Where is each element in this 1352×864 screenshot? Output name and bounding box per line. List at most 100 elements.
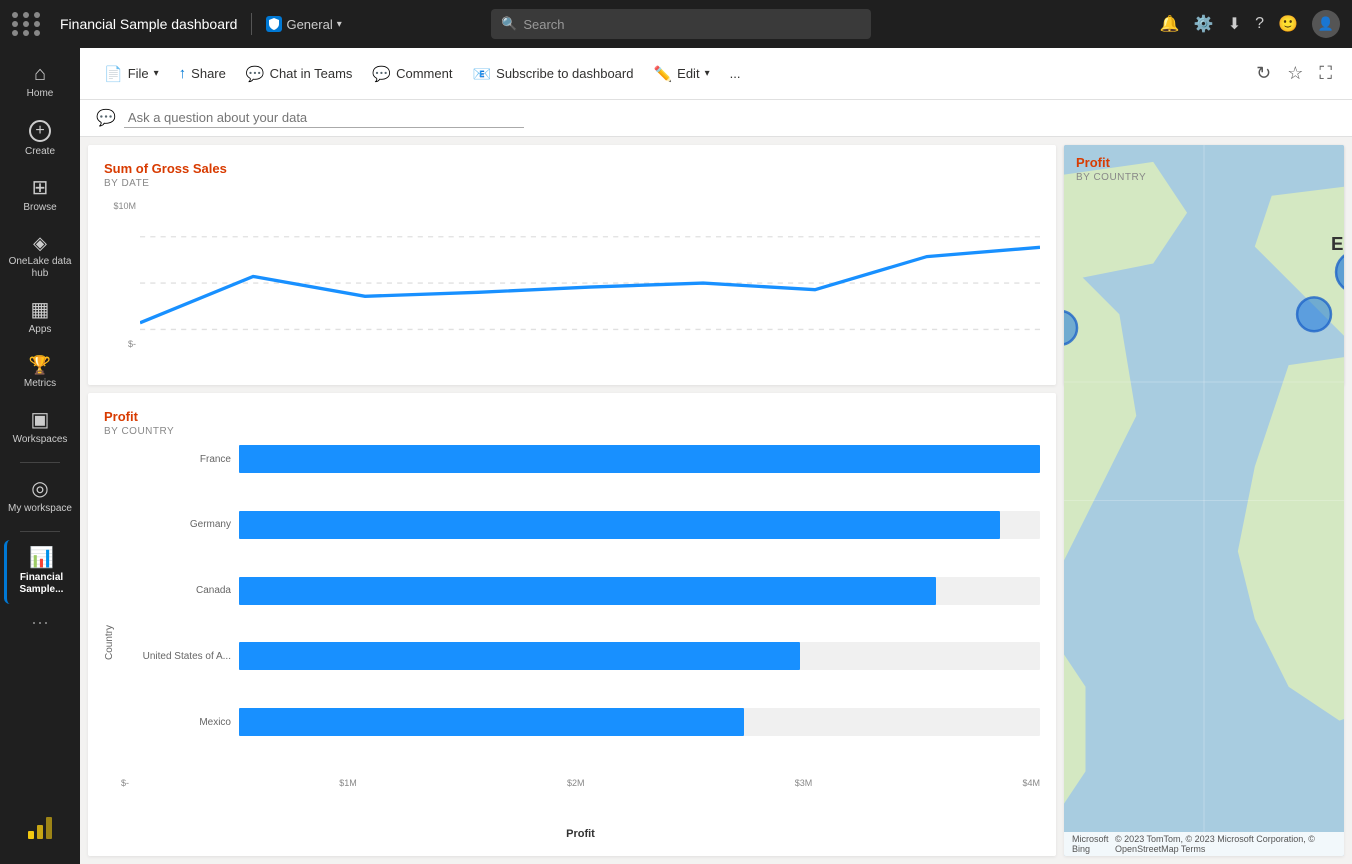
- powerbi-logo[interactable]: [24, 811, 56, 848]
- sidebar-item-browse[interactable]: ⊞ Browse: [4, 170, 76, 222]
- metrics-icon: 🏆: [29, 356, 51, 374]
- gross-sales-card: Sum of Gross Sales BY DATE $10M $-: [88, 145, 1056, 385]
- map-footer-right: © 2023 TomTom, © 2023 Microsoft Corporat…: [1115, 834, 1336, 854]
- settings-icon[interactable]: ⚙️: [1194, 14, 1214, 34]
- sidebar-label-financial: Financial Sample...: [11, 572, 72, 596]
- map-chart-subtitle: BY COUNTRY: [1076, 172, 1146, 183]
- create-icon: +: [29, 120, 51, 142]
- comment-icon: 💬: [372, 65, 391, 83]
- edit-icon: ✏️: [653, 65, 672, 83]
- fullscreen-icon[interactable]: ⛶: [1315, 59, 1336, 88]
- toolbar: 📄 File ▾ ↑ Share 💬 Chat in Teams 💬 Comme…: [80, 48, 1352, 100]
- bar-track-canada: [239, 577, 1040, 605]
- chat-in-teams-button[interactable]: 💬 Chat in Teams: [238, 59, 361, 89]
- share-button[interactable]: ↑ Share: [171, 59, 234, 88]
- sidebar-divider-2: [20, 531, 60, 532]
- sidebar-label-create: Create: [25, 146, 55, 158]
- profit-subtitle: BY COUNTRY: [104, 426, 1040, 437]
- sidebar-item-onelake[interactable]: ◈ OneLake data hub: [4, 226, 76, 288]
- sidebar-item-myworkspace[interactable]: ◎ My workspace: [4, 471, 76, 523]
- sidebar-divider: [20, 462, 60, 463]
- map-footer-left: Microsoft Bing: [1072, 834, 1115, 854]
- y-bottom-label: $-: [128, 339, 136, 349]
- share-icon: ↑: [179, 65, 187, 82]
- bar-row-canada: Canada: [121, 577, 1040, 605]
- financial-icon: 📊: [29, 548, 54, 568]
- refresh-icon[interactable]: ↻: [1252, 59, 1275, 88]
- x-profit-4: $4M: [1022, 778, 1040, 788]
- sidebar-item-financial[interactable]: 📊 Financial Sample...: [4, 540, 76, 604]
- svg-text:EUROPE: EUROPE: [1331, 233, 1344, 254]
- myworkspace-icon: ◎: [31, 479, 48, 499]
- sidebar-item-apps[interactable]: ▦ Apps: [4, 292, 76, 344]
- edit-chevron: ▾: [705, 68, 710, 79]
- profit-bar-card: Profit BY COUNTRY Country France: [88, 393, 1056, 856]
- map-svg: NORTH AMERICA EUROPE Atlantic Ocean AFRI…: [1064, 145, 1344, 856]
- bar-track-france: [239, 445, 1040, 473]
- bar-track-usa: [239, 642, 1040, 670]
- notification-icon[interactable]: 🔔: [1160, 14, 1180, 34]
- home-icon: ⌂: [34, 64, 46, 84]
- sidebar-item-create[interactable]: + Create: [4, 112, 76, 166]
- bar-label-mexico: Mexico: [121, 717, 231, 728]
- bar-track-mexico: [239, 708, 1040, 736]
- gross-sales-title: Sum of Gross Sales: [104, 161, 1040, 176]
- subscribe-button[interactable]: 📧 Subscribe to dashboard: [464, 59, 641, 89]
- sidebar-label-onelake: OneLake data hub: [8, 256, 72, 280]
- feedback-icon[interactable]: 🙂: [1278, 14, 1298, 34]
- sidebar-label-apps: Apps: [29, 324, 52, 336]
- more-button[interactable]: ...: [722, 60, 749, 87]
- download-icon[interactable]: ⬇: [1228, 14, 1241, 34]
- file-button[interactable]: 📄 File ▾: [96, 59, 167, 89]
- apps-icon: ▦: [31, 300, 50, 320]
- bar-label-usa: United States of A...: [121, 651, 231, 662]
- map-footer: Microsoft Bing © 2023 TomTom, © 2023 Mic…: [1064, 832, 1344, 856]
- sidebar-label-workspaces: Workspaces: [13, 434, 68, 446]
- bar-fill-usa: [239, 642, 800, 670]
- search-bar[interactable]: 🔍 Search: [491, 9, 871, 39]
- gross-sales-chart: [140, 197, 1040, 369]
- app-layout: ⌂ Home + Create ⊞ Browse ◈ OneLake data …: [0, 48, 1352, 864]
- edit-button[interactable]: ✏️ Edit ▾: [645, 59, 717, 89]
- user-avatar[interactable]: 👤: [1312, 10, 1340, 38]
- x-profit-1: $1M: [339, 778, 357, 788]
- shield-icon: [266, 16, 282, 32]
- workspace-label: General: [286, 17, 332, 32]
- sidebar-item-metrics[interactable]: 🏆 Metrics: [4, 348, 76, 398]
- comment-button[interactable]: 💬 Comment: [364, 59, 460, 89]
- sidebar: ⌂ Home + Create ⊞ Browse ◈ OneLake data …: [0, 48, 80, 864]
- search-icon: 🔍: [501, 16, 517, 32]
- bar-row-usa: United States of A...: [121, 642, 1040, 670]
- qa-input[interactable]: [124, 108, 524, 128]
- x-profit-0: $-: [121, 778, 129, 788]
- teams-icon: 💬: [246, 65, 265, 83]
- app-title: Financial Sample dashboard: [60, 16, 237, 32]
- bar-label-germany: Germany: [121, 519, 231, 530]
- topbar: Financial Sample dashboard General ▾ 🔍 S…: [0, 0, 1352, 48]
- map-title-area: Profit BY COUNTRY: [1076, 155, 1146, 183]
- file-icon: 📄: [104, 65, 123, 83]
- profit-title: Profit: [104, 409, 1040, 424]
- profit-x-title: Profit: [121, 828, 1040, 840]
- sidebar-label-metrics: Metrics: [24, 378, 56, 390]
- app-launcher-button[interactable]: [12, 12, 42, 36]
- workspace-chevron[interactable]: ▾: [337, 19, 342, 30]
- workspace-badge[interactable]: General ▾: [266, 16, 341, 32]
- sidebar-more-icon[interactable]: ···: [31, 612, 49, 633]
- search-placeholder: Search: [523, 17, 564, 32]
- sidebar-item-home[interactable]: ⌂ Home: [4, 56, 76, 108]
- bar-row-germany: Germany: [121, 511, 1040, 539]
- toolbar-right: ↻ ☆ ⛶: [1252, 59, 1336, 88]
- sidebar-item-workspaces[interactable]: ▣ Workspaces: [4, 402, 76, 454]
- bar-row-mexico: Mexico: [121, 708, 1040, 736]
- file-chevron: ▾: [154, 68, 159, 79]
- map-chart-title: Profit: [1076, 155, 1146, 170]
- bar-fill-france: [239, 445, 1040, 473]
- browse-icon: ⊞: [32, 178, 49, 198]
- sidebar-label-myworkspace: My workspace: [8, 503, 72, 515]
- onelake-icon: ◈: [33, 234, 47, 252]
- favorite-icon[interactable]: ☆: [1283, 59, 1307, 88]
- dashboard-grid: Sum of Gross Sales BY DATE $10M $-: [80, 137, 1352, 864]
- topbar-divider: [251, 13, 252, 35]
- help-icon[interactable]: ?: [1255, 15, 1264, 33]
